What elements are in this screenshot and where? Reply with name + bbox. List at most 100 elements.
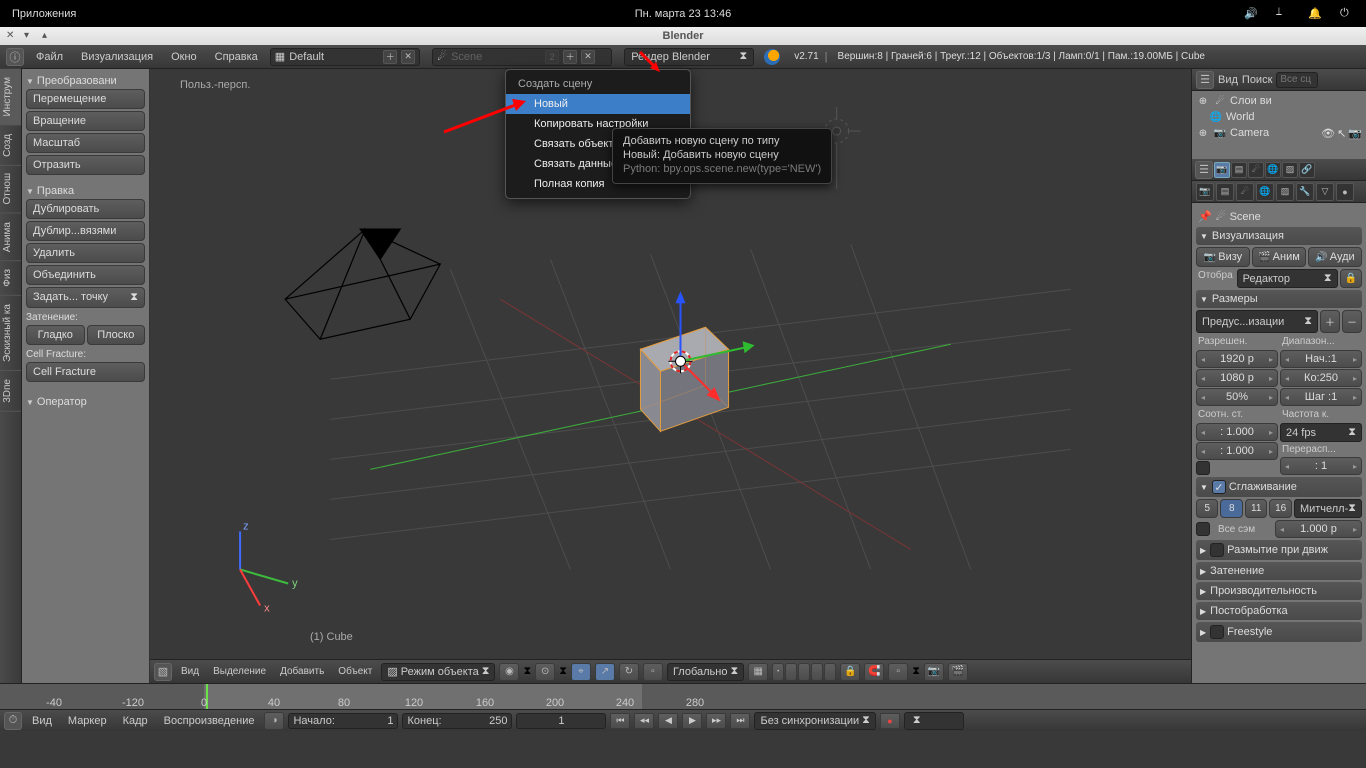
layout-add-button[interactable]: ＋ xyxy=(383,50,397,64)
border-check[interactable] xyxy=(1196,461,1210,475)
network-icon[interactable]: ⟘ xyxy=(1276,7,1290,21)
keying-set-selector[interactable]: ⧗ xyxy=(904,712,964,730)
display-mode-selector[interactable]: Редактор⧗ xyxy=(1237,269,1338,288)
menu-render[interactable]: Визуализация xyxy=(75,49,159,65)
play-reverse-button[interactable]: ◀ xyxy=(658,713,678,729)
preset-remove[interactable]: － xyxy=(1342,310,1362,333)
panel-shading[interactable]: Затенение xyxy=(1196,562,1362,580)
editor-type-outliner-icon[interactable]: ☰ xyxy=(1196,71,1214,89)
lock-icon[interactable]: 🔒 xyxy=(840,663,860,681)
tab-3dprint[interactable]: 3Dпе xyxy=(0,371,21,412)
snap-type[interactable]: ▫ xyxy=(888,663,908,681)
manip-translate[interactable]: ↗ xyxy=(595,663,615,681)
frame-end-field[interactable]: Ко:250 xyxy=(1280,369,1362,387)
menu-window[interactable]: Окно xyxy=(165,49,203,65)
vp-menu-add[interactable]: Добавить xyxy=(275,664,329,679)
menu-help[interactable]: Справка xyxy=(209,49,264,65)
panel-freestyle[interactable]: Freestyle xyxy=(1196,622,1362,642)
aa-enable-check[interactable]: ✓ xyxy=(1212,480,1226,494)
outliner-view[interactable]: Вид xyxy=(1218,74,1238,86)
jump-start-button[interactable]: ⏮ xyxy=(610,713,630,729)
render-button[interactable]: 📷Визу xyxy=(1196,247,1250,267)
aspect-x-field[interactable]: : 1.000 xyxy=(1196,423,1278,441)
outliner-row-scene[interactable]: ⊕☄Слои ви xyxy=(1196,93,1362,109)
ctx-scene[interactable]: ☄ xyxy=(1236,183,1254,201)
cursor-icon[interactable]: ↖ xyxy=(1337,127,1346,140)
layout-selector[interactable]: ▦ Default ＋ ✕ xyxy=(270,48,420,66)
panel-dimensions[interactable]: Размеры xyxy=(1196,290,1362,308)
ctx-material[interactable]: ● xyxy=(1336,183,1354,201)
outliner-search-input[interactable] xyxy=(1276,72,1318,88)
render-preview-button[interactable]: 📷 xyxy=(924,663,944,681)
tab-tools[interactable]: Инструм xyxy=(0,69,21,126)
end-frame-field[interactable]: Конец:250 xyxy=(402,713,512,729)
context-constraints-icon[interactable]: 🔗 xyxy=(1299,162,1315,178)
context-layers-icon[interactable]: ▤ xyxy=(1231,162,1247,178)
panel-performance[interactable]: Производительность xyxy=(1196,582,1362,600)
fullsample-check[interactable] xyxy=(1196,522,1210,536)
ctx-render[interactable]: 📷 xyxy=(1196,183,1214,201)
outliner-row-camera[interactable]: ⊕📷Camera 👁↖📷 xyxy=(1196,125,1362,141)
join-button[interactable]: Объединить xyxy=(26,265,145,285)
flat-button[interactable]: Плоско xyxy=(87,325,146,345)
cellfracture-button[interactable]: Cell Fracture xyxy=(26,362,145,382)
layers-button[interactable]: ▦ xyxy=(748,663,768,681)
set-origin-button[interactable]: Задать... точку⧗ xyxy=(26,287,145,308)
panel-operator[interactable]: Оператор xyxy=(26,394,145,410)
aa-filter-selector[interactable]: Митчелл-⧗ xyxy=(1294,499,1362,518)
aa-5[interactable]: 5 xyxy=(1196,499,1218,518)
play-button[interactable]: ▶ xyxy=(682,713,702,729)
snap-toggle[interactable]: 🧲 xyxy=(864,663,884,681)
render-icon[interactable]: 📷 xyxy=(1348,127,1362,140)
minimize-icon[interactable]: ▾ xyxy=(24,30,36,42)
vp-menu-object[interactable]: Объект xyxy=(333,664,377,679)
editor-type-props-icon[interactable]: ☰ xyxy=(1195,161,1213,179)
timeline-track[interactable]: -40-12004080120160200240280 xyxy=(0,684,1366,709)
jump-end-button[interactable]: ⏭ xyxy=(730,713,750,729)
layer-buttons[interactable]: • xyxy=(772,663,836,681)
power-icon[interactable]: ⏻ xyxy=(1340,7,1354,21)
res-x-field[interactable]: 1920 р xyxy=(1196,350,1278,368)
panel-post[interactable]: Постобработка xyxy=(1196,602,1362,620)
tl-menu-frame[interactable]: Кадр xyxy=(117,713,154,729)
keyframe-next-button[interactable]: ▸▸ xyxy=(706,713,726,729)
mirror-button[interactable]: Отразить xyxy=(26,155,145,175)
translate-button[interactable]: Перемещение xyxy=(26,89,145,109)
editor-type-icon[interactable]: ⓘ xyxy=(6,48,24,66)
menu-file[interactable]: Файл xyxy=(30,49,69,65)
current-frame-field[interactable]: 1 xyxy=(516,713,606,729)
pin-icon[interactable]: 📌 xyxy=(1198,210,1212,223)
aa-size-field[interactable]: 1.000 р xyxy=(1275,520,1362,538)
volume-icon[interactable]: 🔊 xyxy=(1244,7,1258,21)
smooth-button[interactable]: Гладко xyxy=(26,325,85,345)
panel-render[interactable]: Визуализация xyxy=(1196,227,1362,245)
render-presets[interactable]: Предус...изации⧗ xyxy=(1196,310,1318,333)
duplicate-button[interactable]: Дублировать xyxy=(26,199,145,219)
ctx-world[interactable]: 🌐 xyxy=(1256,183,1274,201)
remap-field[interactable]: : 1 xyxy=(1280,457,1362,475)
start-frame-field[interactable]: Начало:1 xyxy=(288,713,398,729)
eye-icon[interactable]: 👁 xyxy=(1321,127,1335,140)
ctx-data[interactable]: ▽ xyxy=(1316,183,1334,201)
duplicate-linked-button[interactable]: Дублир...вязями xyxy=(26,221,145,241)
aspect-y-field[interactable]: : 1.000 xyxy=(1196,442,1278,460)
ctx-modifiers[interactable]: 🔧 xyxy=(1296,183,1314,201)
render-audio-button[interactable]: 🔊Ауди xyxy=(1308,247,1362,267)
rotate-button[interactable]: Вращение xyxy=(26,111,145,131)
aa-8[interactable]: 8 xyxy=(1220,499,1242,518)
context-world-icon[interactable]: 🌐 xyxy=(1265,162,1281,178)
apps-menu[interactable]: Приложения xyxy=(12,8,76,20)
sync-mode-selector[interactable]: Без синхронизации⧗ xyxy=(754,712,875,730)
lock-ui-button[interactable]: 🔒 xyxy=(1340,269,1362,288)
scene-add-button[interactable]: ＋ xyxy=(563,50,577,64)
editor-type-timeline-icon[interactable]: ⏱ xyxy=(4,712,22,730)
tl-menu-marker[interactable]: Маркер xyxy=(62,713,113,729)
scale-button[interactable]: Масштаб xyxy=(26,133,145,153)
bell-icon[interactable]: 🔔 xyxy=(1308,7,1322,21)
menu-item-new[interactable]: ▸Новый xyxy=(506,94,690,114)
close-icon[interactable]: ✕ xyxy=(6,30,18,42)
panel-edit[interactable]: Правка xyxy=(26,183,145,199)
outliner-row-world[interactable]: 🌐World xyxy=(1196,109,1362,125)
tab-physics[interactable]: Физ xyxy=(0,261,21,296)
tab-relations[interactable]: Отнош xyxy=(0,165,21,213)
